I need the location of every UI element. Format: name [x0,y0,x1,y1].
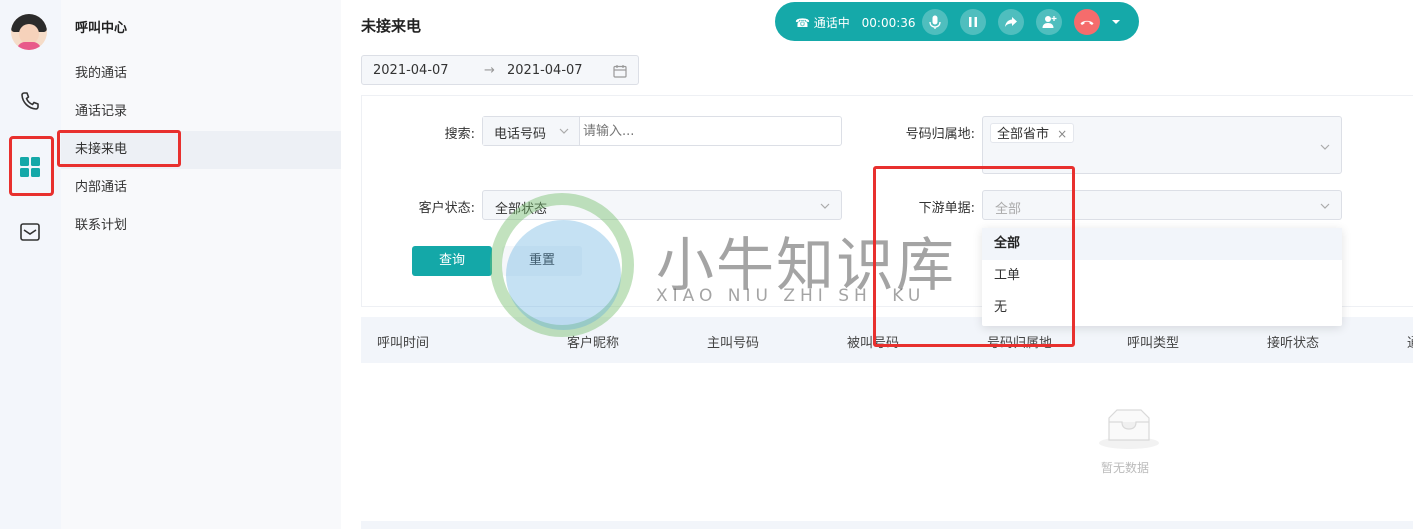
add-user-icon [1042,16,1057,28]
region-label: 号码归属地: [905,127,975,142]
column-header: 接听状态 [1267,336,1320,351]
call-status: ☎ 通话中 00:00:36 [795,14,916,31]
highlight-box-downstream [873,166,1075,347]
date-start: 2021-04-07 [373,63,449,78]
pause-icon [969,17,977,27]
customer-status-label: 客户状态: [418,201,475,216]
date-separator: → [484,63,495,78]
microphone-icon [929,15,941,29]
phone-icon: ☎ [795,16,810,30]
hold-button[interactable] [960,9,986,35]
call-timer: 00:00:36 [861,16,916,30]
empty-state-text: 暂无数据 [1101,461,1150,475]
date-range-picker[interactable]: 2021-04-07 → 2021-04-07 [361,55,639,85]
sidebar-title: 呼叫中心 [75,21,128,36]
hangup-icon [1080,20,1094,25]
mail-icon[interactable] [19,221,41,243]
chevron-down-icon [559,128,569,134]
sidebar-item-internal-calls[interactable]: 内部通话 [61,169,341,207]
page-title: 未接来电 [361,17,422,35]
highlight-box-nav [57,130,181,167]
highlight-box-rail [9,136,54,196]
sidebar-item-my-calls[interactable]: 我的通话 [61,55,341,93]
forward-icon [1005,17,1017,27]
watermark-logo-inner [506,220,621,330]
sidebar-nav: 呼叫中心 我的通话 通话记录 未接来电 内部通话 联系计划 [61,0,341,529]
search-field: 电话号码 [482,116,842,146]
chevron-down-icon [820,203,830,209]
sidebar-item-contact-plan[interactable]: 联系计划 [61,207,341,245]
transfer-button[interactable] [998,9,1024,35]
add-participant-button[interactable] [1036,9,1062,35]
search-label: 搜索: [444,127,475,142]
search-type-select[interactable]: 电话号码 [483,117,580,145]
close-icon[interactable]: × [1057,127,1067,141]
table-footer [361,521,1413,529]
column-header: 呼叫类型 [1127,336,1180,351]
region-tag-label: 全部省市 [997,127,1050,142]
call-status-label: 通话中 [813,16,850,30]
call-bar: ☎ 通话中 00:00:36 [775,2,1139,41]
column-header: 通 [1407,332,1413,351]
chevron-down-icon [1320,203,1330,209]
query-button[interactable]: 查询 [412,246,492,276]
search-input[interactable] [583,120,833,142]
column-header: 主叫号码 [707,336,760,351]
empty-inbox-icon [1099,409,1159,449]
region-tag: 全部省市 × [990,123,1075,143]
column-header: 呼叫时间 [377,336,430,351]
icon-rail [0,0,61,529]
hangup-button[interactable] [1074,9,1100,35]
avatar[interactable] [11,14,47,50]
mute-button[interactable] [922,9,948,35]
caret-down-icon[interactable] [1111,17,1121,27]
date-end: 2021-04-07 [507,63,583,78]
calendar-icon [613,65,627,78]
sidebar-item-call-records[interactable]: 通话记录 [61,93,341,131]
chevron-down-icon [1320,144,1330,150]
phone-icon[interactable] [19,90,41,112]
search-type-value: 电话号码 [494,127,547,142]
